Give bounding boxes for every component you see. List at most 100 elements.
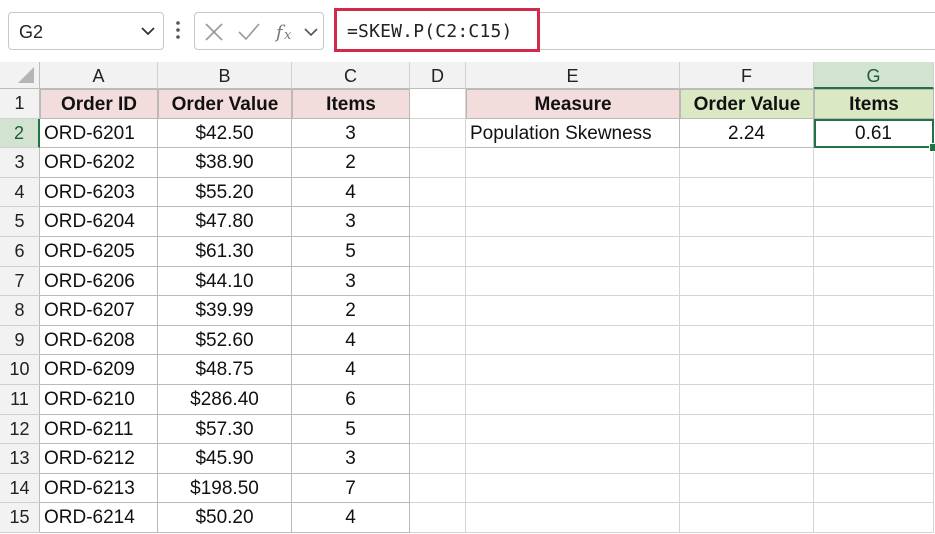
row-header-6[interactable]: 6 bbox=[0, 237, 40, 267]
table-cell[interactable]: $45.90 bbox=[158, 444, 292, 474]
table-cell[interactable]: ORD-6209 bbox=[40, 355, 158, 385]
cell-F5[interactable] bbox=[680, 207, 814, 237]
result-order-value[interactable]: 2.24 bbox=[680, 118, 814, 149]
formula-input[interactable]: =SKEW.P(C2:C15) bbox=[334, 8, 540, 52]
cell-E11[interactable] bbox=[466, 385, 680, 415]
cell-G6[interactable] bbox=[814, 237, 934, 267]
table-cell[interactable]: ORD-6208 bbox=[40, 325, 158, 356]
chevron-down-icon[interactable] bbox=[303, 25, 319, 39]
cell-F10[interactable] bbox=[680, 355, 814, 385]
table-cell[interactable]: 4 bbox=[292, 177, 410, 208]
table-cell[interactable]: $39.99 bbox=[158, 296, 292, 326]
result-header-items[interactable]: Items bbox=[814, 89, 934, 119]
cell-E15[interactable] bbox=[466, 503, 680, 533]
column-header-a[interactable]: A bbox=[40, 62, 158, 89]
table-cell[interactable]: $44.10 bbox=[158, 266, 292, 297]
table-cell[interactable]: 4 bbox=[292, 325, 410, 356]
table-header[interactable]: Order Value bbox=[158, 89, 292, 119]
cell-F4[interactable] bbox=[680, 177, 814, 208]
table-cell[interactable]: $38.90 bbox=[158, 148, 292, 178]
row-header-1[interactable]: 1 bbox=[0, 89, 40, 119]
table-cell[interactable]: ORD-6212 bbox=[40, 444, 158, 474]
table-cell[interactable]: ORD-6211 bbox=[40, 414, 158, 445]
row-header-12[interactable]: 12 bbox=[0, 414, 40, 445]
cell-G4[interactable] bbox=[814, 177, 934, 208]
column-header-e[interactable]: E bbox=[466, 62, 680, 89]
row-header-2[interactable]: 2 bbox=[0, 118, 40, 149]
table-cell[interactable]: ORD-6214 bbox=[40, 503, 158, 533]
column-header-f[interactable]: F bbox=[680, 62, 814, 89]
table-cell[interactable]: 7 bbox=[292, 473, 410, 504]
cell-G8[interactable] bbox=[814, 296, 934, 326]
cell-D15[interactable] bbox=[410, 503, 466, 533]
result-label[interactable]: Population Skewness bbox=[466, 118, 680, 149]
cell-D12[interactable] bbox=[410, 414, 466, 445]
result-header-measure[interactable]: Measure bbox=[466, 89, 680, 119]
cell-G14[interactable] bbox=[814, 473, 934, 504]
table-cell[interactable]: ORD-6202 bbox=[40, 148, 158, 178]
cell-D11[interactable] bbox=[410, 385, 466, 415]
table-cell[interactable]: 4 bbox=[292, 503, 410, 533]
cell-F13[interactable] bbox=[680, 444, 814, 474]
table-cell[interactable]: $286.40 bbox=[158, 385, 292, 415]
table-cell[interactable]: 3 bbox=[292, 266, 410, 297]
cell-F11[interactable] bbox=[680, 385, 814, 415]
more-options-icon[interactable] bbox=[174, 18, 182, 42]
table-cell[interactable]: $198.50 bbox=[158, 473, 292, 504]
cell-E5[interactable] bbox=[466, 207, 680, 237]
table-cell[interactable]: $57.30 bbox=[158, 414, 292, 445]
table-cell[interactable]: ORD-6203 bbox=[40, 177, 158, 208]
table-cell[interactable]: ORD-6201 bbox=[40, 118, 158, 149]
cell-D14[interactable] bbox=[410, 473, 466, 504]
row-header-3[interactable]: 3 bbox=[0, 148, 40, 178]
cell-E8[interactable] bbox=[466, 296, 680, 326]
row-header-7[interactable]: 7 bbox=[0, 266, 40, 297]
row-header-14[interactable]: 14 bbox=[0, 473, 40, 504]
cell-G15[interactable] bbox=[814, 503, 934, 533]
table-cell[interactable]: ORD-6204 bbox=[40, 207, 158, 237]
x-icon[interactable] bbox=[203, 21, 225, 43]
cell-D6[interactable] bbox=[410, 237, 466, 267]
table-cell[interactable]: $47.80 bbox=[158, 207, 292, 237]
cell-G11[interactable] bbox=[814, 385, 934, 415]
cell-E10[interactable] bbox=[466, 355, 680, 385]
cell-F12[interactable] bbox=[680, 414, 814, 445]
table-cell[interactable]: $52.60 bbox=[158, 325, 292, 356]
cell-F9[interactable] bbox=[680, 325, 814, 356]
column-header-b[interactable]: B bbox=[158, 62, 292, 89]
column-header-g[interactable]: G bbox=[814, 62, 934, 89]
row-header-11[interactable]: 11 bbox=[0, 385, 40, 415]
cell-D7[interactable] bbox=[410, 266, 466, 297]
row-header-4[interactable]: 4 bbox=[0, 177, 40, 208]
table-cell[interactable]: $48.75 bbox=[158, 355, 292, 385]
fx-icon[interactable]: f x bbox=[275, 21, 299, 43]
column-header-c[interactable]: C bbox=[292, 62, 410, 89]
table-header[interactable]: Order ID bbox=[40, 89, 158, 119]
name-box[interactable]: G2 bbox=[8, 12, 164, 50]
row-header-10[interactable]: 10 bbox=[0, 355, 40, 385]
table-cell[interactable]: 3 bbox=[292, 444, 410, 474]
cell-F7[interactable] bbox=[680, 266, 814, 297]
cell-D10[interactable] bbox=[410, 355, 466, 385]
selected-cell-g2[interactable]: 0.61 bbox=[814, 118, 934, 149]
table-cell[interactable]: $42.50 bbox=[158, 118, 292, 149]
table-cell[interactable]: ORD-6205 bbox=[40, 237, 158, 267]
cell-D8[interactable] bbox=[410, 296, 466, 326]
cell-D3[interactable] bbox=[410, 148, 466, 178]
table-cell[interactable]: $61.30 bbox=[158, 237, 292, 267]
cell-F8[interactable] bbox=[680, 296, 814, 326]
cell-D2[interactable] bbox=[410, 118, 466, 149]
table-cell[interactable]: 2 bbox=[292, 296, 410, 326]
cell-D13[interactable] bbox=[410, 444, 466, 474]
cell-E7[interactable] bbox=[466, 266, 680, 297]
cell-G10[interactable] bbox=[814, 355, 934, 385]
table-cell[interactable]: 4 bbox=[292, 355, 410, 385]
cell-E3[interactable] bbox=[466, 148, 680, 178]
result-header-order-value[interactable]: Order Value bbox=[680, 89, 814, 119]
formula-text[interactable]: =SKEW.P(C2:C15) bbox=[347, 21, 513, 42]
table-cell[interactable]: 3 bbox=[292, 207, 410, 237]
cell-G13[interactable] bbox=[814, 444, 934, 474]
cell-G5[interactable] bbox=[814, 207, 934, 237]
table-cell[interactable]: $55.20 bbox=[158, 177, 292, 208]
cell-E4[interactable] bbox=[466, 177, 680, 208]
